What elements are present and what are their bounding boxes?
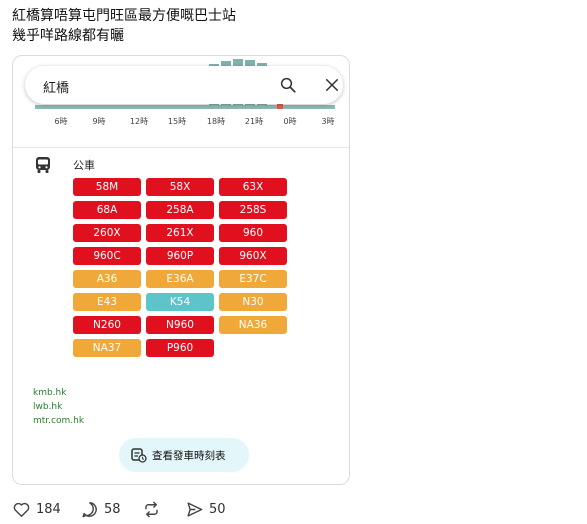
repost-icon xyxy=(145,501,158,517)
current-time-marker xyxy=(277,104,283,109)
divider xyxy=(13,147,349,148)
route-badge[interactable]: 258S xyxy=(219,201,287,219)
timetable-icon xyxy=(131,448,147,463)
source-link[interactable]: kmb.hk xyxy=(33,386,84,400)
route-badge[interactable]: 58X xyxy=(146,178,214,196)
route-badge[interactable]: 960X xyxy=(219,247,287,265)
comment-icon xyxy=(82,501,97,517)
time-tick: 15時 xyxy=(167,117,187,126)
route-badge[interactable]: 960 xyxy=(219,224,287,242)
route-badge[interactable]: 68A xyxy=(73,201,141,219)
data-sources: kmb.hk lwb.hk mtr.com.hk xyxy=(33,386,84,428)
comment-count: 58 xyxy=(104,501,121,517)
transit-category: 公車 xyxy=(73,159,95,172)
route-badge[interactable]: N260 xyxy=(73,316,141,334)
route-badge[interactable]: E36A xyxy=(146,270,214,288)
close-icon[interactable] xyxy=(323,76,341,94)
search-box[interactable]: 紅橋 xyxy=(25,66,343,104)
post-text: 紅橋算唔算屯門旺區最方便嘅巴士站 幾乎咩路線都有曬 xyxy=(12,6,236,46)
search-input[interactable]: 紅橋 xyxy=(43,77,69,96)
time-tick: 6時 xyxy=(54,117,68,126)
time-tick: 3時 xyxy=(321,117,335,126)
route-badge[interactable]: 960P xyxy=(146,247,214,265)
share-button[interactable]: 50 xyxy=(185,498,226,520)
route-badge[interactable]: E37C xyxy=(219,270,287,288)
route-badge[interactable]: 63X xyxy=(219,178,287,196)
share-count: 50 xyxy=(209,501,226,517)
route-badge[interactable]: N30 xyxy=(219,293,287,311)
route-badge[interactable]: N960 xyxy=(146,316,214,334)
time-tick: 9時 xyxy=(92,117,106,126)
source-link[interactable]: mtr.com.hk xyxy=(33,414,84,428)
route-badge[interactable]: 960C xyxy=(73,247,141,265)
source-link[interactable]: lwb.hk xyxy=(33,400,84,414)
post-actions: 184 58 50 xyxy=(12,498,332,520)
repost-button[interactable] xyxy=(142,498,161,520)
route-badge[interactable]: NA36 xyxy=(219,316,287,334)
route-badge[interactable]: 260X xyxy=(73,224,141,242)
comment-button[interactable]: 58 xyxy=(80,498,121,520)
send-icon xyxy=(187,501,203,517)
route-badge[interactable]: 261X xyxy=(146,224,214,242)
view-timetable-label: 查看發車時刻表 xyxy=(152,450,226,462)
view-timetable-button[interactable]: 查看發車時刻表 xyxy=(119,438,249,472)
time-tick: 0時 xyxy=(283,117,297,126)
route-badge[interactable]: A36 xyxy=(73,270,141,288)
post-line-1: 紅橋算唔算屯門旺區最方便嘅巴士站 xyxy=(12,8,236,24)
time-tick: 12時 xyxy=(129,117,149,126)
heart-icon xyxy=(13,502,30,517)
route-badge[interactable]: 58M xyxy=(73,178,141,196)
route-badge[interactable]: E43 xyxy=(73,293,141,311)
popular-times-chart: 6時 9時 12時 15時 18時 21時 0時 3時 紅橋 xyxy=(13,56,349,136)
post-line-2: 幾乎咩路線都有曬 xyxy=(12,28,124,44)
map-place-card[interactable]: 6時 9時 12時 15時 18時 21時 0時 3時 紅橋 公車 58M 58… xyxy=(12,55,350,485)
route-badge[interactable]: NA37 xyxy=(73,339,141,357)
like-button[interactable]: 184 xyxy=(12,498,61,520)
route-badge[interactable]: P960 xyxy=(146,339,214,357)
bus-icon xyxy=(36,157,50,173)
like-count: 184 xyxy=(36,501,61,517)
chart-baseline xyxy=(35,105,335,109)
search-icon[interactable] xyxy=(279,76,297,94)
time-tick: 21時 xyxy=(244,117,264,126)
time-tick: 18時 xyxy=(206,117,226,126)
route-badge[interactable]: 258A xyxy=(146,201,214,219)
route-badge[interactable]: K54 xyxy=(146,293,214,311)
